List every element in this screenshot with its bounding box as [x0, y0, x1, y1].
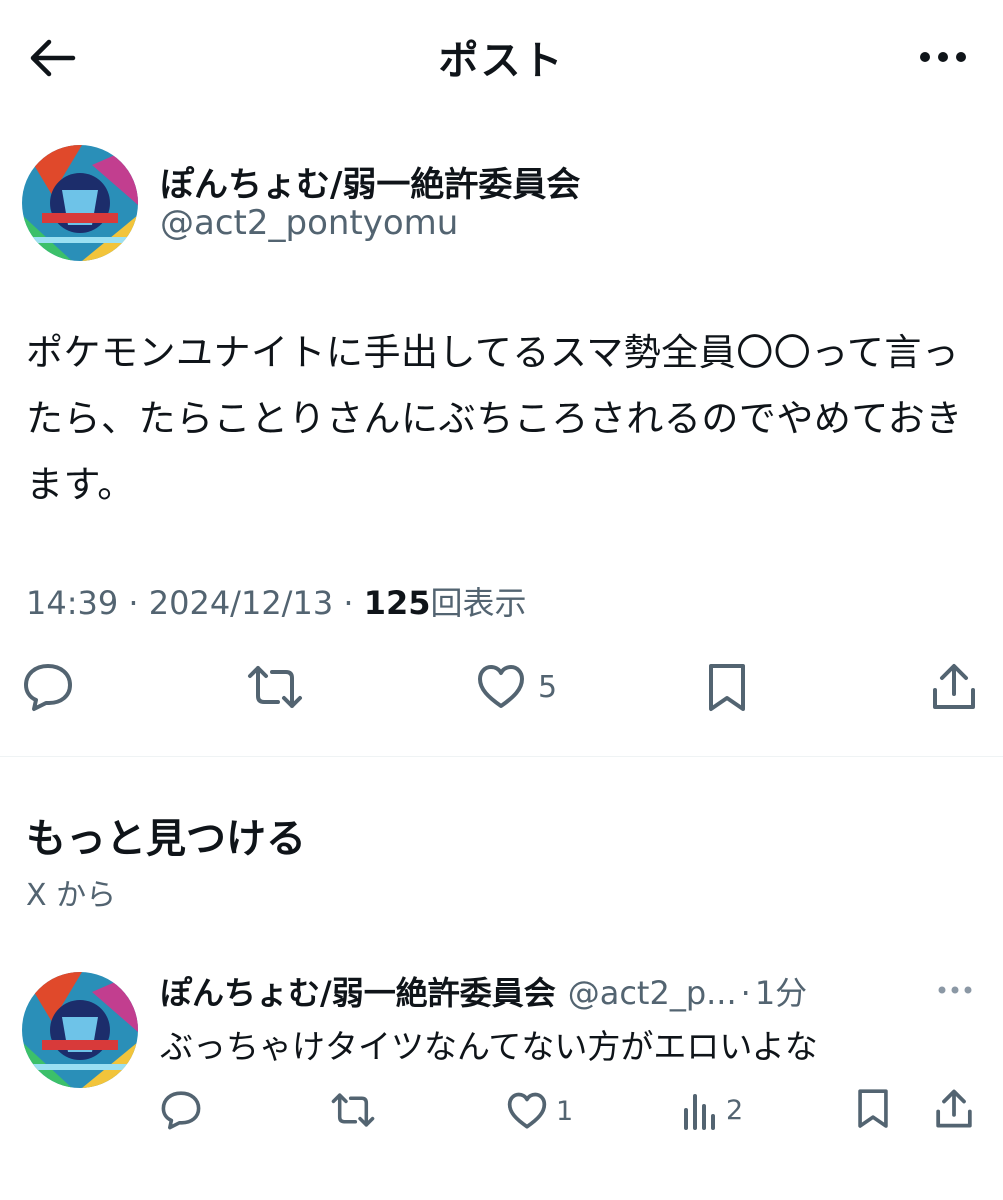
meta-separator: ·	[343, 584, 353, 622]
heart-icon	[476, 664, 526, 710]
reply-icon	[22, 662, 74, 712]
post-text: ポケモンユナイトに手出してるスマ勢全員〇〇って言ったら、たらことりさんにぶちころ…	[26, 320, 976, 518]
reply-views-button[interactable]: 2	[682, 1090, 743, 1130]
author-name[interactable]: ぽんちょむ/弱一絶許委員会	[160, 157, 580, 206]
reply-like-button[interactable]: 1	[506, 1092, 573, 1130]
reply-share-button[interactable]	[934, 1088, 974, 1130]
share-icon	[934, 1088, 974, 1130]
repost-icon	[246, 664, 304, 710]
discover-subtitle: X から	[26, 870, 116, 914]
section-divider	[0, 756, 1003, 757]
reply-header: ぽんちょむ/弱一絶許委員会 @act2_p... · 1分	[160, 968, 807, 1014]
meta-separator: ·	[128, 584, 138, 622]
page-title: ポスト	[0, 28, 1003, 86]
heart-icon	[506, 1092, 548, 1130]
top-bar: ポスト	[0, 0, 1003, 115]
reply-reply-button[interactable]	[160, 1090, 202, 1130]
reply-separator: ·	[741, 974, 751, 1012]
discover-title: もっと見つける	[26, 806, 306, 864]
like-button[interactable]: 5	[476, 664, 557, 710]
reply-text: ぶっちゃけタイツなんてない方がエロいよな	[160, 1020, 818, 1068]
bookmark-icon	[706, 662, 748, 714]
views-label: 回表示	[430, 584, 526, 622]
like-count: 5	[538, 670, 557, 705]
reply-icon	[160, 1090, 202, 1130]
author-avatar[interactable]	[22, 145, 138, 261]
reply-author-name[interactable]: ぽんちょむ/弱一絶許委員会	[160, 968, 556, 1014]
more-horizontal-icon	[918, 50, 968, 64]
repost-button[interactable]	[246, 664, 304, 710]
post-meta: 14:39 · 2024/12/13 · 125回表示	[26, 578, 527, 624]
reply-bookmark-button[interactable]	[856, 1088, 890, 1130]
author-handle[interactable]: @act2_pontyomu	[160, 203, 458, 243]
post-date[interactable]: 2024/12/13	[149, 584, 333, 622]
more-options-button[interactable]	[913, 40, 973, 74]
reply-more-button[interactable]	[933, 976, 977, 1004]
repost-icon	[330, 1092, 376, 1128]
post-time[interactable]: 14:39	[26, 584, 118, 622]
reply-repost-button[interactable]	[330, 1092, 376, 1128]
share-button[interactable]	[930, 662, 978, 712]
reply-like-count: 1	[556, 1096, 573, 1127]
reply-author-handle[interactable]: @act2_p...	[568, 974, 737, 1012]
reply-time[interactable]: 1分	[755, 968, 807, 1014]
reply-views-count: 2	[726, 1095, 743, 1126]
reply-author-avatar[interactable]	[22, 972, 138, 1088]
more-horizontal-icon	[937, 985, 973, 995]
bookmark-icon	[856, 1088, 890, 1130]
reply-button[interactable]	[22, 662, 74, 712]
bookmark-button[interactable]	[706, 662, 748, 714]
views-count: 125	[364, 584, 431, 622]
analytics-icon	[682, 1090, 718, 1130]
share-icon	[930, 662, 978, 712]
